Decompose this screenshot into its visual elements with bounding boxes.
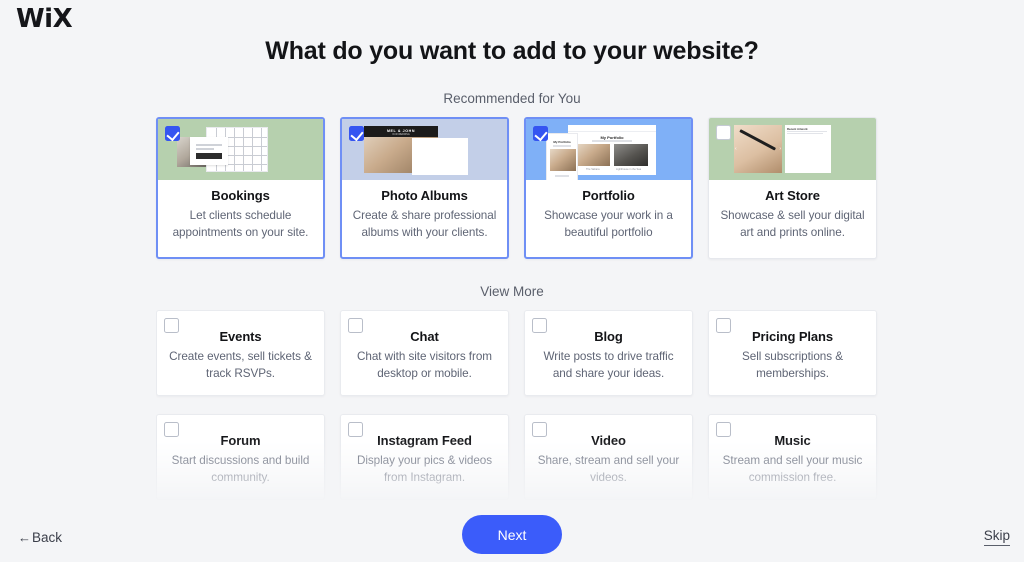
view-more-section-label: View More	[480, 284, 544, 299]
card-title: Bookings	[211, 188, 270, 203]
card-body: Events Create events, sell tickets & tra…	[157, 311, 324, 382]
card-description: Create events, sell tickets & track RSVP…	[169, 350, 312, 380]
thumb-desktop-mockup: My Portfolio The Sahara Lighthouse in th…	[568, 125, 656, 175]
card-checkbox[interactable]	[349, 126, 364, 141]
card-description: Display your pics & videos from Instagra…	[356, 454, 493, 484]
recommended-card[interactable]: Bookings Let clients schedule appointmen…	[156, 117, 325, 259]
thumb-mobile-mockup: My Portfolio	[546, 133, 578, 180]
card-body: Chat Chat with site visitors from deskto…	[341, 311, 508, 382]
thumb-photo-grid	[412, 138, 468, 175]
card-checkbox[interactable]	[716, 422, 731, 437]
thumb-booking-card	[190, 137, 228, 165]
card-description: Stream and sell your music commission fr…	[722, 454, 863, 484]
card-checkbox[interactable]	[165, 126, 180, 141]
card-checkbox[interactable]	[532, 422, 547, 437]
next-button[interactable]: Next	[462, 515, 562, 554]
card-description: Start discussions and build community.	[171, 454, 310, 484]
thumb-side-panel: Recent Artwork	[785, 125, 831, 173]
card-checkbox[interactable]	[533, 126, 548, 141]
view-more-grid: Events Create events, sell tickets & tra…	[156, 310, 880, 500]
back-button[interactable]: ← Back	[18, 530, 62, 545]
card-title: Events	[219, 329, 262, 344]
back-button-label: Back	[32, 530, 63, 545]
card-body: Portfolio Showcase your work in a beauti…	[526, 180, 691, 241]
card-thumbnail: ‹ › Recent Artwork	[709, 118, 876, 180]
card-body: Forum Start discussions and build commun…	[157, 415, 324, 486]
view-more-card[interactable]: Blog Write posts to drive traffic and sh…	[524, 310, 693, 396]
card-body: Instagram Feed Display your pics & video…	[341, 415, 508, 486]
card-checkbox[interactable]	[532, 318, 547, 333]
chevron-left-icon[interactable]: ‹	[735, 146, 737, 152]
view-more-card[interactable]: Chat Chat with site visitors from deskto…	[340, 310, 509, 396]
card-description: Let clients schedule appointments on you…	[172, 209, 309, 239]
card-body: Pricing Plans Sell subscriptions & membe…	[709, 311, 876, 382]
card-description: Share, stream and sell your videos.	[537, 454, 680, 484]
recommended-card[interactable]: ‹ › Recent Artwork Art Store Showcase & …	[708, 117, 877, 259]
card-title: Photo Albums	[381, 188, 468, 203]
card-checkbox[interactable]	[348, 422, 363, 437]
thumb-couple-name: MEL & JOHN	[386, 128, 416, 133]
view-more-card[interactable]: Pricing Plans Sell subscriptions & membe…	[708, 310, 877, 396]
skip-underline	[983, 545, 1010, 546]
recommended-card[interactable]: MEL & JOHN OUR WEDDING Photo Albums Crea…	[340, 117, 509, 259]
card-description: Write posts to drive traffic and share y…	[543, 350, 674, 380]
card-body: Photo Albums Create & share professional…	[342, 180, 507, 241]
view-more-scroll-region[interactable]: Events Create events, sell tickets & tra…	[156, 310, 880, 502]
card-body: Art Store Showcase & sell your digital a…	[709, 180, 876, 241]
recommended-section-label: Recommended for You	[443, 91, 581, 106]
card-description: Showcase your work in a beautiful portfo…	[544, 209, 673, 239]
card-description: Create & share professional albums with …	[352, 209, 497, 239]
card-title: Instagram Feed	[377, 433, 472, 448]
card-title: Music	[774, 433, 811, 448]
wix-logo-text: WiX	[16, 4, 73, 34]
paintbrush-icon	[739, 129, 777, 151]
card-title: Forum	[220, 433, 261, 448]
chevron-right-icon[interactable]: ›	[779, 146, 781, 152]
card-thumbnail	[158, 119, 323, 180]
card-checkbox[interactable]	[716, 125, 731, 140]
recommended-card[interactable]: My Portfolio The Sahara Lighthouse in th…	[524, 117, 693, 259]
skip-button-label: Skip	[983, 528, 1010, 543]
wix-logo[interactable]: WiX	[16, 4, 73, 34]
thumb-subtitle: OUR WEDDING	[392, 133, 410, 136]
card-checkbox[interactable]	[164, 318, 179, 333]
card-title: Chat	[410, 329, 439, 344]
view-more-card[interactable]: Instagram Feed Display your pics & video…	[340, 414, 509, 500]
thumb-title-bar: MEL & JOHN OUR WEDDING	[364, 126, 438, 137]
card-thumbnail: MEL & JOHN OUR WEDDING	[342, 119, 507, 180]
card-checkbox[interactable]	[348, 318, 363, 333]
card-title: Video	[591, 433, 626, 448]
view-more-card[interactable]: Video Share, stream and sell your videos…	[524, 414, 693, 500]
view-more-card[interactable]: Forum Start discussions and build commun…	[156, 414, 325, 500]
card-description: Chat with site visitors from desktop or …	[357, 350, 492, 380]
card-body: Blog Write posts to drive traffic and sh…	[525, 311, 692, 382]
thumb-caption-2: Lighthouse in the Sea	[616, 168, 642, 171]
card-body: Bookings Let clients schedule appointmen…	[158, 180, 323, 241]
card-title: Portfolio	[582, 188, 635, 203]
arrow-left-icon: ←	[18, 530, 31, 545]
thumb-artwork-photo: ‹ ›	[734, 125, 782, 173]
skip-button[interactable]: Skip	[983, 528, 1010, 546]
page-title: What do you want to add to your website?	[265, 37, 759, 65]
card-title: Blog	[594, 329, 623, 344]
card-body: Music Stream and sell your music commiss…	[709, 415, 876, 486]
card-description: Showcase & sell your digital art and pri…	[720, 209, 865, 239]
card-title: Art Store	[765, 188, 820, 203]
card-thumbnail: My Portfolio The Sahara Lighthouse in th…	[526, 119, 691, 180]
card-description: Sell subscriptions & memberships.	[742, 350, 843, 380]
thumb-caption-1: The Sahara	[586, 168, 600, 171]
view-more-card[interactable]: Music Stream and sell your music commiss…	[708, 414, 877, 500]
recommended-grid: Bookings Let clients schedule appointmen…	[156, 117, 880, 259]
card-checkbox[interactable]	[716, 318, 731, 333]
card-checkbox[interactable]	[164, 422, 179, 437]
thumb-mobile-title: My Portfolio	[553, 140, 571, 144]
card-body: Video Share, stream and sell your videos…	[525, 415, 692, 486]
card-title: Pricing Plans	[751, 329, 834, 344]
view-more-card[interactable]: Events Create events, sell tickets & tra…	[156, 310, 325, 396]
